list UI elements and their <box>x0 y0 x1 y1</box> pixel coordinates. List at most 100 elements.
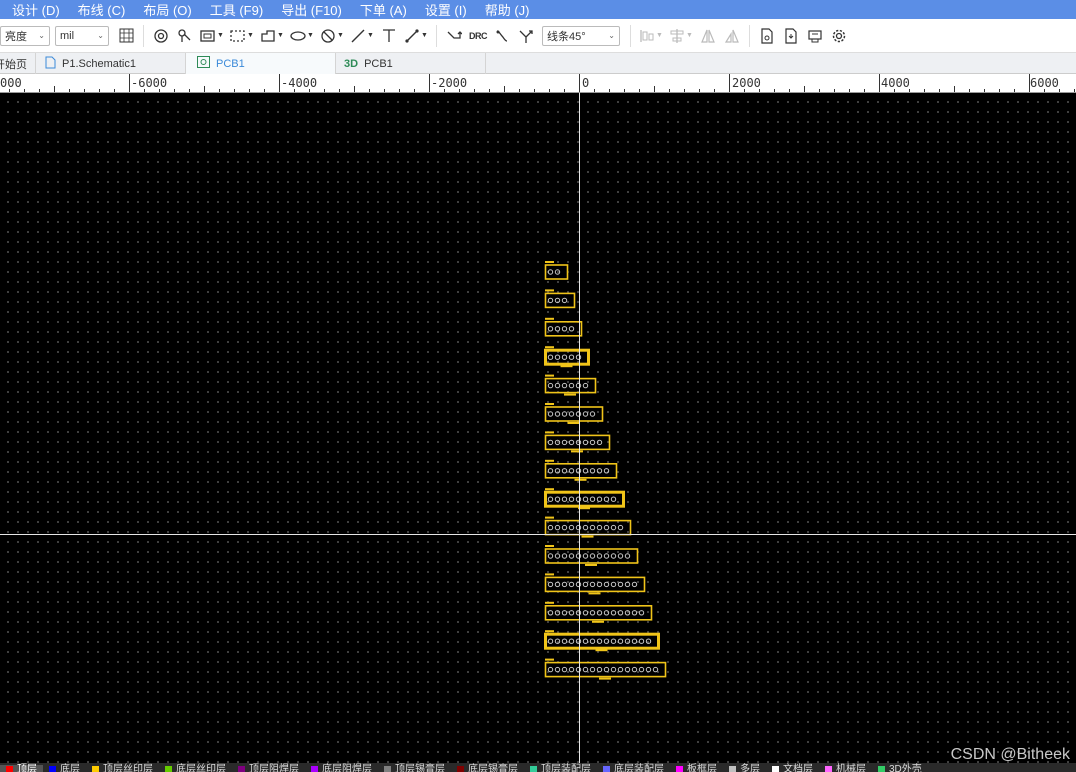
menu-bar: 设计 (D) 布线 (C) 布局 (O) 工具 (F9) 导出 (F10) 下单… <box>0 0 1076 19</box>
pcb-canvas[interactable] <box>0 93 1076 763</box>
connector-footprint[interactable] <box>544 658 667 680</box>
layer-item[interactable]: 顶层 <box>0 765 43 772</box>
layer-item[interactable]: 顶层锡膏层 <box>378 765 451 772</box>
connector-footprint[interactable] <box>544 573 646 595</box>
pin-pad <box>603 553 610 559</box>
export-doc-button[interactable] <box>779 24 803 48</box>
route-button[interactable] <box>442 24 466 48</box>
via-button[interactable] <box>149 24 173 48</box>
unit-select[interactable]: mil ⌄ <box>55 25 109 46</box>
ellipse-tool-button[interactable]: ▼ <box>287 24 317 48</box>
connector-footprint[interactable] <box>544 346 590 368</box>
connector-footprint[interactable] <box>544 630 660 652</box>
connector-footprint[interactable] <box>544 488 625 510</box>
pcb-file-icon <box>197 56 210 71</box>
layer-item[interactable]: 底层装配层 <box>597 765 670 772</box>
routing-mode-select[interactable]: 线条45° ⌄ <box>542 25 620 46</box>
drc-button[interactable]: DRC <box>466 24 490 48</box>
pin-pad <box>596 553 603 559</box>
pin-pad <box>561 411 568 417</box>
polygon-tool-button[interactable]: ▼ <box>257 24 287 48</box>
pin-pad <box>561 638 568 644</box>
distribute-button[interactable]: ▼ <box>666 24 696 48</box>
layer-item[interactable]: 文档层 <box>766 765 819 772</box>
fabrication-button[interactable] <box>803 24 827 48</box>
tab-start-page[interactable]: 开始页 <box>0 53 36 74</box>
import-button[interactable] <box>755 24 779 48</box>
connector-footprint[interactable] <box>544 545 639 566</box>
pin-pad <box>547 524 554 531</box>
pin-pad <box>582 610 589 616</box>
keepout-tool-button[interactable]: ▼ <box>317 24 347 48</box>
tab-schematic[interactable]: P1.Schematic1 <box>36 53 186 74</box>
pin-pad <box>617 666 624 673</box>
document-import-icon <box>761 27 773 44</box>
layer-item[interactable]: 多层 <box>723 765 766 772</box>
layer-label: 底层阻焊层 <box>322 764 372 772</box>
connector-footprint[interactable] <box>544 601 653 623</box>
connector-footprint[interactable] <box>544 403 604 424</box>
designator-mark <box>545 488 554 491</box>
connector-footprint[interactable] <box>544 289 576 309</box>
pad-button[interactable] <box>173 24 197 48</box>
dimension-tool-button[interactable]: ▼ <box>401 24 431 48</box>
pin-pad <box>561 468 568 474</box>
pin-pad <box>610 553 617 559</box>
flip-vertical-button[interactable] <box>720 24 744 48</box>
menu-export[interactable]: 导出 (F10) <box>281 0 342 19</box>
layer-item[interactable]: 底层丝印层 <box>159 765 232 772</box>
pin-pad <box>589 524 596 531</box>
layer-color-swatch <box>603 766 610 772</box>
tab-pcb-3d[interactable]: 3D PCB1 <box>336 53 486 74</box>
pin-pad <box>596 638 603 644</box>
connector-footprint[interactable] <box>544 317 583 337</box>
layer-item[interactable]: 顶层阻焊层 <box>232 765 305 772</box>
flip-horizontal-button[interactable] <box>696 24 720 48</box>
menu-settings[interactable]: 设置 (I) <box>425 0 467 19</box>
settings-button[interactable] <box>827 24 851 48</box>
watermark: CSDN @Bitheek <box>950 746 1070 763</box>
rect-tool-button[interactable]: ▼ <box>197 24 227 48</box>
pin-pad <box>582 468 589 474</box>
pin-pad <box>624 581 631 588</box>
pin-pad <box>568 382 575 389</box>
layer-item[interactable]: 顶层装配层 <box>524 765 597 772</box>
grid-button[interactable] <box>114 24 138 48</box>
layer-color-swatch <box>238 766 245 772</box>
caret-down-icon: ▼ <box>247 32 254 39</box>
layer-item[interactable]: 底层 <box>43 765 86 772</box>
line-tool-button[interactable]: ▼ <box>347 24 377 48</box>
designator-mark <box>545 459 554 462</box>
align-button[interactable]: ▼ <box>636 24 666 48</box>
menu-layout[interactable]: 布局 (O) <box>143 0 191 19</box>
menu-order[interactable]: 下单 (A) <box>360 0 407 19</box>
menu-routing[interactable]: 布线 (C) <box>78 0 126 19</box>
layer-item[interactable]: 机械层 <box>819 765 872 772</box>
pin-pad <box>596 524 603 531</box>
connector-footprint[interactable] <box>544 374 597 396</box>
diff-pair-button[interactable] <box>490 24 514 48</box>
layer-item[interactable]: 3D外壳 <box>872 765 928 772</box>
pin-pad <box>596 496 603 502</box>
connector-footprint[interactable] <box>544 261 569 280</box>
brightness-select[interactable]: 亮度 ⌄ <box>0 25 50 46</box>
menu-tools[interactable]: 工具 (F9) <box>210 0 263 19</box>
text-tool-button[interactable] <box>377 24 401 48</box>
layer-item[interactable]: 底层锡膏层 <box>451 765 524 772</box>
pin-pad <box>575 666 582 673</box>
length-tune-button[interactable] <box>514 24 538 48</box>
region-tool-button[interactable]: ▼ <box>227 24 257 48</box>
schematic-file-icon <box>45 56 56 72</box>
tab-pcb[interactable]: PCB1 <box>186 53 336 74</box>
pin-pad <box>561 553 568 559</box>
layer-item[interactable]: 板框层 <box>670 765 723 772</box>
layer-item[interactable]: 底层阻焊层 <box>305 765 378 772</box>
layer-label: 底层 <box>60 764 80 772</box>
layer-item[interactable]: 顶层丝印层 <box>86 765 159 772</box>
caret-down-icon: ▼ <box>277 32 284 39</box>
menu-design[interactable]: 设计 (D) <box>12 0 60 19</box>
menu-help[interactable]: 帮助 (J) <box>485 0 530 19</box>
connector-footprint[interactable] <box>544 459 618 481</box>
connector-footprint[interactable] <box>544 431 611 453</box>
pin-pad <box>652 666 659 673</box>
